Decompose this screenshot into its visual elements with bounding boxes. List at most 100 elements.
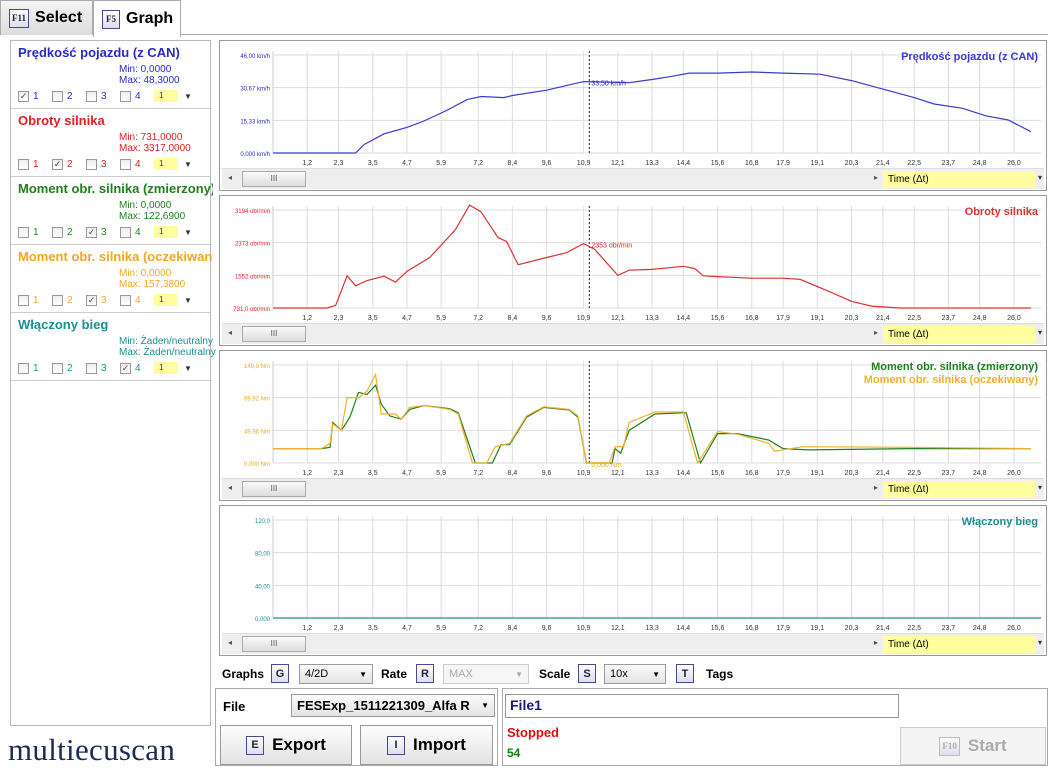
chevron-down-icon[interactable]: ▾ xyxy=(1038,173,1042,182)
graph-checkbox[interactable]: 3 xyxy=(86,362,120,374)
x-tick-label: 20,3 xyxy=(845,625,859,632)
graph-checkbox[interactable]: 3 xyxy=(86,158,120,170)
checkbox-icon xyxy=(52,90,63,102)
chevron-down-icon[interactable]: ▾ xyxy=(1038,638,1042,647)
x-tick-label: 1,2 xyxy=(302,315,312,322)
graph-checkbox[interactable]: ✓ 3 xyxy=(86,294,120,306)
parameter-min: Min: Żaden/neutralny xyxy=(119,336,213,347)
scale-select[interactable]: 1 xyxy=(154,294,178,306)
import-label: Import xyxy=(413,735,466,754)
graph-checkbox[interactable]: 1 xyxy=(18,158,52,170)
scroll-thumb[interactable]: III xyxy=(242,171,306,187)
graph-checkbox[interactable]: ✓ 2 xyxy=(52,158,86,170)
chevron-down-icon[interactable]: ▾ xyxy=(1038,483,1042,492)
tab-graph[interactable]: F5 Graph xyxy=(93,0,181,37)
graph-checkbox[interactable]: 2 xyxy=(52,90,86,102)
x-tick-label: 3,5 xyxy=(368,470,378,477)
x-tick-label: 14,4 xyxy=(677,470,691,477)
graph-checkbox[interactable]: 4 xyxy=(120,294,154,306)
checkbox-icon xyxy=(120,90,131,102)
time-axis-select[interactable]: Time (Δt) xyxy=(883,636,1035,653)
time-axis-select[interactable]: Time (Δt) xyxy=(883,326,1035,343)
x-tick-label: 4,7 xyxy=(402,625,412,632)
x-tick-label: 26,0 xyxy=(1007,470,1021,477)
scroll-left-icon[interactable]: ◂ xyxy=(228,483,232,492)
checkbox-label: 2 xyxy=(67,158,73,170)
graphs-select[interactable]: 4/2D ▼ xyxy=(299,664,373,684)
start-button[interactable]: F10 Start xyxy=(900,727,1046,765)
x-tick-label: 21,4 xyxy=(876,470,890,477)
scroll-right-icon[interactable]: ▸ xyxy=(874,638,878,647)
x-tick-label: 7,2 xyxy=(473,625,483,632)
graphs-key-button[interactable]: G xyxy=(271,664,289,683)
parameter-title: Moment obr. silnika (zmierzony) xyxy=(18,181,213,196)
graph-checkbox[interactable]: 2 xyxy=(52,226,86,238)
scroll-right-icon[interactable]: ▸ xyxy=(874,173,878,182)
checkbox-icon xyxy=(52,294,63,306)
checkbox-label: 3 xyxy=(101,362,107,374)
graph-checkbox[interactable]: 4 xyxy=(120,226,154,238)
scroll-right-icon[interactable]: ▸ xyxy=(874,483,878,492)
graph-checkbox[interactable]: 4 xyxy=(120,158,154,170)
scale-select[interactable]: 1 xyxy=(154,226,178,238)
graph-checkbox[interactable]: 4 xyxy=(120,90,154,102)
graph-checkbox[interactable]: 1 xyxy=(18,226,52,238)
x-tick-label: 19,1 xyxy=(810,470,824,477)
checkbox-label: 1 xyxy=(33,226,39,238)
horizontal-scrollbar[interactable]: ◂ III ▸ Time (Δt) ▾ xyxy=(222,323,1044,344)
x-tick-label: 14,4 xyxy=(677,315,691,322)
cursor-value-label: 2353 obr/min xyxy=(591,242,632,249)
rate-select[interactable]: MAX ▼ xyxy=(443,664,529,684)
graph-checkbox[interactable]: 2 xyxy=(52,294,86,306)
file-select[interactable]: FESExp_1511221309_Alfa R ▼ xyxy=(291,694,495,717)
tags-key-button[interactable]: T xyxy=(676,664,694,683)
scale-select[interactable]: 1 xyxy=(154,90,178,102)
time-axis-select[interactable]: Time (Δt) xyxy=(883,481,1035,498)
horizontal-scrollbar[interactable]: ◂ III ▸ Time (Δt) ▾ xyxy=(222,478,1044,499)
horizontal-scrollbar[interactable]: ◂ III ▸ Time (Δt) ▾ xyxy=(222,168,1044,189)
graph-legend: Moment obr. silnika (zmierzony) Moment ob… xyxy=(864,361,1038,387)
scroll-thumb[interactable]: III xyxy=(242,481,306,497)
graph-checkbox[interactable]: 1 xyxy=(18,294,52,306)
scale-label: Scale xyxy=(539,667,571,681)
scroll-left-icon[interactable]: ◂ xyxy=(228,173,232,182)
x-tick-label: 4,7 xyxy=(402,160,412,167)
scroll-thumb[interactable]: III xyxy=(242,326,306,342)
x-tick-label: 19,1 xyxy=(810,625,824,632)
chevron-down-icon[interactable]: ▾ xyxy=(1038,328,1042,337)
x-tick-label: 8,4 xyxy=(508,625,518,632)
x-tick-label: 12,1 xyxy=(611,315,625,322)
scroll-thumb[interactable]: III xyxy=(242,636,306,652)
import-button[interactable]: I Import xyxy=(360,725,493,765)
scale-select[interactable]: 10x ▼ xyxy=(604,664,666,684)
export-button[interactable]: E Export xyxy=(220,725,352,765)
graph-checkbox[interactable]: 3 xyxy=(86,90,120,102)
time-axis-select[interactable]: Time (Δt) xyxy=(883,171,1035,188)
rate-key-button[interactable]: R xyxy=(416,664,434,683)
graph-checkbox[interactable]: ✓ 3 xyxy=(86,226,120,238)
scroll-left-icon[interactable]: ◂ xyxy=(228,328,232,337)
scale-key-button[interactable]: S xyxy=(578,664,596,683)
graph-panel: 46,00 km/h 30,67 km/h 15,33 km/h 0,000 km/h… xyxy=(219,40,1047,191)
graph-checkbox[interactable]: 2 xyxy=(52,362,86,374)
file-name-input[interactable]: File1 xyxy=(505,694,899,718)
graph-checkbox[interactable]: ✓ 4 xyxy=(120,362,154,374)
scroll-right-icon[interactable]: ▸ xyxy=(874,328,878,337)
horizontal-scrollbar[interactable]: ◂ III ▸ Time (Δt) ▾ xyxy=(222,633,1044,654)
logo: multiecuscan xyxy=(8,732,176,767)
graph-checkbox[interactable]: 1 xyxy=(18,362,52,374)
scale-select[interactable]: 1 xyxy=(154,158,178,170)
scale-select[interactable]: 1 xyxy=(154,362,178,374)
export-label: Export xyxy=(272,735,326,754)
parameter-minmax: Min: Żaden/neutralny Max: Żaden/neutralny xyxy=(119,336,216,358)
x-tick-label: 16,8 xyxy=(745,160,759,167)
x-tick-label: 23,7 xyxy=(942,315,956,322)
y-tick-label: 99,92 Nm xyxy=(244,397,270,403)
tab-select[interactable]: F11 Select xyxy=(0,0,93,35)
graphs-value: 4/2D xyxy=(305,668,329,680)
x-tick-label: 21,4 xyxy=(876,625,890,632)
scroll-left-icon[interactable]: ◂ xyxy=(228,638,232,647)
graph-checkbox[interactable]: ✓ 1 xyxy=(18,90,52,102)
graph-assign-row: 1 2 ✓ 3 4 1 ▼ xyxy=(18,226,192,238)
x-tick-label: 15,6 xyxy=(711,160,725,167)
